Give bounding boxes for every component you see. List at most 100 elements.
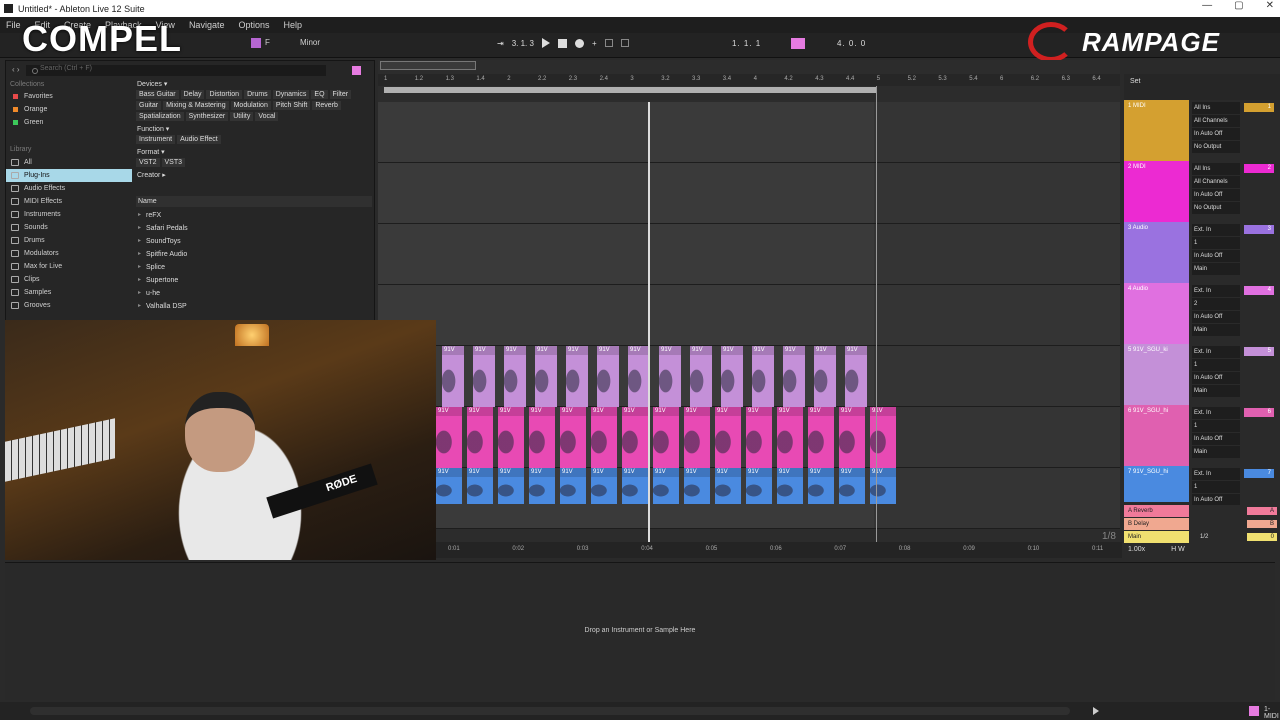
track-name[interactable]: 4 Audio (1124, 283, 1189, 344)
io-selector[interactable]: In Auto Off (1192, 433, 1240, 445)
tag[interactable]: Modulation (230, 101, 271, 110)
tag[interactable]: EQ (311, 90, 328, 99)
menu-help[interactable]: Help (284, 20, 303, 30)
io-selector[interactable]: In Auto Off (1192, 311, 1240, 323)
audio-clip[interactable]: 91V (870, 407, 896, 468)
audio-clip[interactable]: 91V (659, 346, 681, 407)
list-item[interactable]: reFX (138, 209, 188, 222)
creator-filter-header[interactable]: Creator ▸ (137, 171, 372, 179)
audio-clip[interactable]: 91V (467, 468, 493, 504)
library-modulators[interactable]: Modulators (6, 247, 132, 260)
track-activator[interactable]: 2 (1244, 164, 1274, 173)
track-activator[interactable]: 7 (1244, 469, 1274, 478)
io-selector[interactable]: 2 (1192, 298, 1240, 310)
audio-clip[interactable]: 91V (845, 346, 867, 407)
list-item[interactable]: Supertone (138, 274, 188, 287)
audio-clip[interactable]: 91V (839, 407, 865, 468)
tag[interactable]: Dynamics (272, 90, 310, 99)
collection-green[interactable]: Green (6, 116, 132, 129)
tag[interactable]: Utility (230, 112, 254, 121)
audio-clip[interactable]: 91V (783, 346, 805, 407)
list-item[interactable]: Spitfire Audio (138, 248, 188, 261)
track-header[interactable]: 4 Audio Ext. In 2 In Auto Off Main 4 (1124, 283, 1280, 344)
loop-toggle-button[interactable] (791, 38, 805, 49)
audio-clip[interactable]: 91V (498, 468, 524, 504)
io-selector[interactable]: Ext. In (1192, 346, 1240, 358)
track-activator[interactable]: 5 (1244, 347, 1274, 356)
minimize-icon[interactable]: — (1202, 0, 1212, 11)
tag[interactable]: Bass Guitar (136, 90, 179, 99)
audio-clip[interactable]: 91V (808, 468, 834, 504)
browser-back-forward-icon[interactable]: ‹ › (12, 65, 20, 74)
height-toggle[interactable]: H W (1171, 546, 1185, 553)
audio-clip[interactable]: 91V (839, 468, 865, 504)
audio-clip[interactable]: 91V (746, 468, 772, 504)
follow-icon[interactable]: ⇥ (497, 39, 504, 48)
track-name[interactable]: 1 MIDI (1124, 100, 1189, 161)
audio-clip[interactable]: 91V (498, 407, 524, 468)
track-name[interactable]: 2 MIDI (1124, 161, 1189, 222)
track-lane[interactable] (378, 224, 1120, 285)
library-midi-effects[interactable]: MIDI Effects (6, 195, 132, 208)
time-ruler[interactable]: 0:01 0:02 0:03 0:04 0:05 0:06 0:07 0:08 0:09 0:10… (436, 542, 1122, 558)
tag[interactable]: Filter (329, 90, 352, 99)
audio-clip[interactable]: 91V (535, 346, 557, 407)
io-selector[interactable]: No Output (1192, 202, 1240, 214)
track-name[interactable]: 3 Audio (1124, 222, 1189, 283)
list-item[interactable]: Splice (138, 261, 188, 274)
collection-favorites[interactable]: Favorites (6, 90, 132, 103)
scale-mode-button[interactable] (251, 38, 261, 48)
return-activator[interactable]: A (1247, 507, 1277, 515)
track-header[interactable]: 1 MIDI All Ins All Channels In Auto Off No O… (1124, 100, 1280, 161)
audio-clip[interactable]: 91V (529, 407, 555, 468)
track-name[interactable]: 7 91V_SGU_hi (1124, 466, 1189, 502)
track-lane[interactable] (378, 102, 1120, 163)
audio-clip[interactable]: 91V (566, 346, 588, 407)
track-header[interactable]: 7 91V_SGU_hi Ext. In 1 In Auto Off 7 (1124, 466, 1280, 506)
audio-clip[interactable]: 91V (467, 407, 493, 468)
browser-filter-toggle[interactable] (352, 66, 361, 75)
io-selector[interactable]: Main (1192, 263, 1240, 275)
audio-clip[interactable]: 91V (690, 346, 712, 407)
arrangement-overview[interactable] (380, 61, 476, 70)
audio-clip[interactable]: 91V (442, 346, 464, 407)
list-item[interactable]: Safari Pedals (138, 222, 188, 235)
io-selector[interactable]: In Auto Off (1192, 189, 1240, 201)
library-plug-ins[interactable]: Plug-Ins (6, 169, 132, 182)
library-instruments[interactable]: Instruments (6, 208, 132, 221)
library-samples[interactable]: Samples (6, 286, 132, 299)
io-selector[interactable]: 1 (1192, 481, 1240, 493)
tag[interactable]: Mixing & Mastering (163, 101, 229, 110)
menu-navigate[interactable]: Navigate (189, 20, 225, 30)
function-filter-header[interactable]: Function ▾ (137, 125, 372, 133)
automation-arm-icon[interactable] (604, 39, 613, 47)
menu-file[interactable]: File (6, 20, 21, 30)
audio-clip[interactable]: 91V (870, 468, 896, 504)
song-position[interactable]: 3. 1. 3 (512, 39, 534, 48)
session-record-icon[interactable] (620, 39, 629, 47)
audio-clip[interactable]: 91V (721, 346, 743, 407)
audio-clip[interactable]: 91V (653, 407, 679, 468)
io-selector[interactable]: Ext. In (1192, 224, 1240, 236)
io-selector[interactable]: Ext. In (1192, 285, 1240, 297)
maximize-icon[interactable]: ▢ (1234, 0, 1243, 11)
audio-clip[interactable]: 91V (653, 468, 679, 504)
midi-track-icon[interactable] (1249, 706, 1259, 716)
detail-scrollbar[interactable] (30, 707, 1070, 715)
audio-clip[interactable]: 91V (622, 468, 648, 504)
tag[interactable]: Audio Effect (177, 135, 221, 144)
library-clips[interactable]: Clips (6, 273, 132, 286)
grid-quantize[interactable]: 1/8 (1102, 531, 1116, 542)
play-icon[interactable] (541, 38, 550, 48)
audio-clip[interactable]: 91V (715, 407, 741, 468)
list-item[interactable]: SoundToys (138, 235, 188, 248)
tag[interactable]: Instrument (136, 135, 176, 144)
tag[interactable]: Vocal (255, 112, 279, 121)
library-drums[interactable]: Drums (6, 234, 132, 247)
io-selector[interactable]: Ext. In (1192, 407, 1240, 419)
track-name[interactable]: 6 91V_SGU_hi (1124, 405, 1189, 466)
io-selector[interactable]: Ext. In (1192, 468, 1240, 480)
tag[interactable]: VST2 (136, 158, 160, 167)
library-grooves[interactable]: Grooves (6, 299, 132, 312)
audio-clip[interactable]: 91V (684, 468, 710, 504)
